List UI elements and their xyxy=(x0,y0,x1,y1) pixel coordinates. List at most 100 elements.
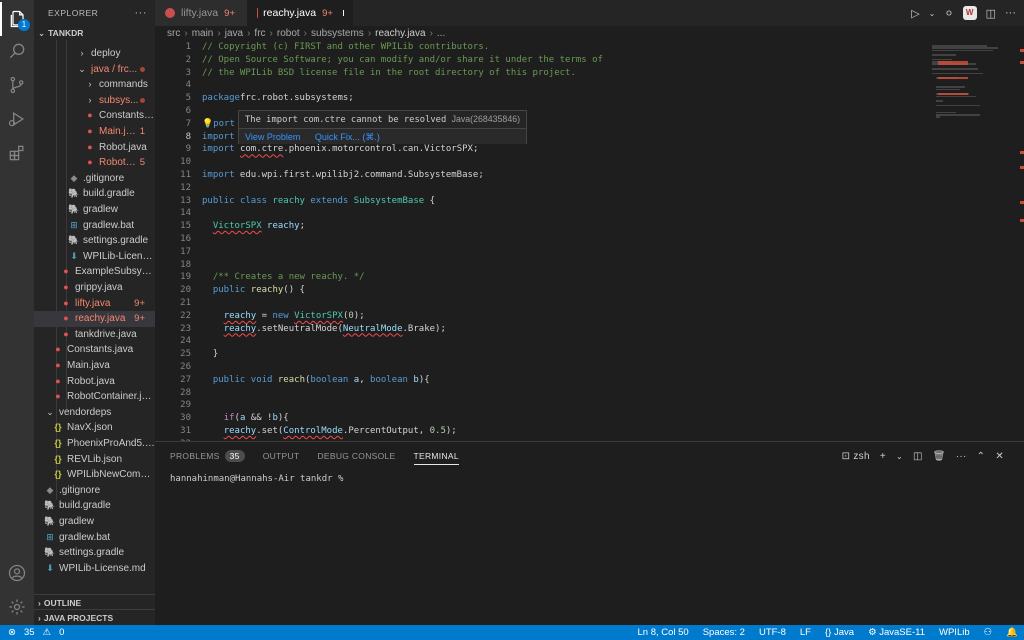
quick-fix-link[interactable]: Quick Fix... (⌘.) xyxy=(315,132,380,142)
tree-item[interactable]: {} NavX.json xyxy=(34,420,155,436)
code-line[interactable]: /** Creates a new reachy. */ xyxy=(202,271,365,284)
cursor-position[interactable]: Ln 8, Col 50 xyxy=(637,625,688,640)
tree-item[interactable]: ⊞ gradlew.bat xyxy=(34,218,155,234)
manage-gear-icon[interactable] xyxy=(0,590,34,624)
code-line[interactable]: 💡port xyxy=(202,118,235,131)
tree-item[interactable]: 🐘 gradlew xyxy=(34,202,155,218)
split-terminal-icon[interactable]: ◫ xyxy=(913,451,923,462)
tree-item[interactable]: ● Robot.java xyxy=(34,140,155,156)
extensions-icon[interactable] xyxy=(0,136,34,170)
code-line[interactable]: } xyxy=(202,348,218,361)
tree-item[interactable]: ⬇ WPILib-License.md xyxy=(34,561,155,577)
source-control-icon[interactable] xyxy=(0,68,34,102)
code-line[interactable]: // the WPILib BSD license file in the ro… xyxy=(202,67,576,80)
tab-lifty[interactable]: lifty.java 9+ xyxy=(155,0,247,26)
code-line[interactable]: public void reach(boolean a, boolean b){ xyxy=(202,374,430,387)
trash-icon[interactable]: 🗑 xyxy=(933,451,946,462)
language-mode[interactable]: {} Java xyxy=(825,625,854,640)
tab-terminal[interactable]: TERMINAL xyxy=(413,442,460,470)
tree-item[interactable]: ● reachy.java 9+ xyxy=(34,311,155,327)
tree-item[interactable]: 🐘 gradlew xyxy=(34,514,155,530)
more-actions-icon[interactable]: ··· xyxy=(1005,7,1016,19)
run-debug-icon[interactable] xyxy=(0,102,34,136)
terminal-shell-selector[interactable]: ⊡ zsh xyxy=(842,451,870,462)
tree-item[interactable]: ⬇ WPILib-Licens... xyxy=(34,249,155,265)
code-line[interactable]: packagefrc.robot.subsystems; xyxy=(202,92,354,105)
terminal-output[interactable]: hannahinman@Hannahs-Air tankdr % xyxy=(155,470,1024,484)
tree-item[interactable]: ⌄ java / frc... xyxy=(34,62,155,78)
tab-problems[interactable]: PROBLEMS 35 xyxy=(170,442,245,470)
tree-item[interactable]: ● Constants.ja... xyxy=(34,108,155,124)
java-version[interactable]: ⚙ JavaSE-11 xyxy=(868,625,925,640)
tree-item[interactable]: {} WPILibNewComma... xyxy=(34,467,155,483)
search-icon[interactable] xyxy=(0,34,34,68)
split-editor-icon[interactable]: ◫ xyxy=(986,7,996,20)
chevron-down-icon[interactable]: ⌄ xyxy=(929,9,936,18)
java-projects-section[interactable]: › JAVA PROJECTS xyxy=(34,609,155,625)
tree-item[interactable]: {} REVLib.json xyxy=(34,452,155,468)
chevron-down-icon[interactable]: ⌄ xyxy=(896,452,903,461)
code-editor[interactable]: 1 2 3 4 5 6 7 8 9 10 11 12 13 14 15 16 17 18 19 20 21 22 23 24 2… xyxy=(155,41,1024,441)
tree-item[interactable]: 🐘 build.gradle xyxy=(34,498,155,514)
encoding[interactable]: UTF-8 xyxy=(759,625,786,640)
tree-item[interactable]: ● RobotContainer.ja... xyxy=(34,389,155,405)
tree-item[interactable]: › deploy xyxy=(34,46,155,62)
account-icon[interactable] xyxy=(0,556,34,590)
tree-item[interactable]: ● ExampleSubsyst... xyxy=(34,264,155,280)
tree-item[interactable]: ● Main.java 1 xyxy=(34,124,155,140)
notifications-icon[interactable]: 🔔 xyxy=(1006,625,1018,640)
tab-debug-console[interactable]: DEBUG CONSOLE xyxy=(317,442,395,470)
code-line[interactable]: // Copyright (c) FIRST and other WPILib … xyxy=(202,41,489,54)
run-icon[interactable]: ▷ xyxy=(911,7,919,20)
compare-icon[interactable]: ⚪ xyxy=(944,7,953,20)
root-folder-header[interactable]: ⌄ TANKDR xyxy=(34,26,155,40)
breadcrumb-item[interactable]: java xyxy=(225,28,243,39)
more-actions-icon[interactable]: ··· xyxy=(135,0,148,26)
code-line[interactable]: // Open Source Software; you can modify … xyxy=(202,54,603,67)
view-problem-link[interactable]: View Problem xyxy=(245,132,300,142)
tree-item[interactable]: ● RobotC... 5 xyxy=(34,155,155,171)
tree-item[interactable]: 🐘 build.gradle xyxy=(34,186,155,202)
scrollbar-error-markers[interactable] xyxy=(1018,41,1024,441)
minimap[interactable] xyxy=(930,41,1020,441)
close-panel-icon[interactable]: ✕ xyxy=(995,451,1004,462)
code-line[interactable]: reachy = new VictorSPX(0); xyxy=(202,310,365,323)
breadcrumb-item[interactable]: subsystems xyxy=(311,28,364,39)
tab-output[interactable]: OUTPUT xyxy=(263,442,300,470)
tree-item[interactable]: › subsys... xyxy=(34,93,155,109)
code-line[interactable]: reachy.set(ControlMode.PercentOutput, 0.… xyxy=(202,425,457,438)
tree-item[interactable]: ⊞ gradlew.bat xyxy=(34,530,155,546)
tree-item[interactable]: 🐘 settings.gradle xyxy=(34,233,155,249)
indentation[interactable]: Spaces: 2 xyxy=(703,625,745,640)
code-line[interactable]: import com.ctre.phoenix.motorcontrol.can… xyxy=(202,143,478,156)
tree-item[interactable]: ◆ .gitignore xyxy=(34,171,155,187)
breadcrumb-item[interactable]: main xyxy=(192,28,214,39)
end-of-line[interactable]: LF xyxy=(800,625,811,640)
tree-item[interactable]: ● Robot.java xyxy=(34,374,155,390)
status-problems[interactable]: ⊗ 35 ⚠ 0 xyxy=(8,625,64,640)
code-line[interactable]: VictorSPX reachy; xyxy=(202,220,305,233)
breadcrumb-item[interactable]: ... xyxy=(437,28,445,39)
maximize-panel-icon[interactable]: ⌃ xyxy=(977,451,986,462)
code-line[interactable]: reachy.setNeutralMode(NeutralMode.Brake)… xyxy=(202,323,446,336)
files-icon[interactable]: 1 xyxy=(0,2,34,36)
code-line[interactable]: if(a && !b){ xyxy=(202,412,289,425)
tree-item[interactable]: ● Constants.java xyxy=(34,342,155,358)
tree-item[interactable]: ● lifty.java 9+ xyxy=(34,296,155,312)
tree-item[interactable]: ⌄ vendordeps xyxy=(34,405,155,421)
breadcrumb-item[interactable]: frc xyxy=(254,28,265,39)
more-actions-icon[interactable]: ··· xyxy=(956,451,967,462)
lightbulb-icon[interactable]: 💡 xyxy=(202,119,213,129)
breadcrumb-item[interactable]: reachy.java xyxy=(375,28,425,39)
wpilib-icon[interactable]: W xyxy=(962,6,977,20)
tree-item[interactable]: ● grippy.java xyxy=(34,280,155,296)
tree-item[interactable]: 🐘 settings.gradle xyxy=(34,545,155,561)
code-line[interactable]: import xyxy=(202,131,235,144)
account-status-icon[interactable]: ⚇ xyxy=(984,625,993,640)
wpilib-status[interactable]: WPILib xyxy=(939,625,970,640)
tree-item[interactable]: › commands xyxy=(34,77,155,93)
tree-item[interactable]: ● Main.java xyxy=(34,358,155,374)
code-line[interactable]: import edu.wpi.first.wpilibj2.command.Su… xyxy=(202,169,484,182)
tree-item[interactable]: ● tankdrive.java xyxy=(34,327,155,343)
tree-item[interactable]: {} PhoenixProAnd5.js... xyxy=(34,436,155,452)
